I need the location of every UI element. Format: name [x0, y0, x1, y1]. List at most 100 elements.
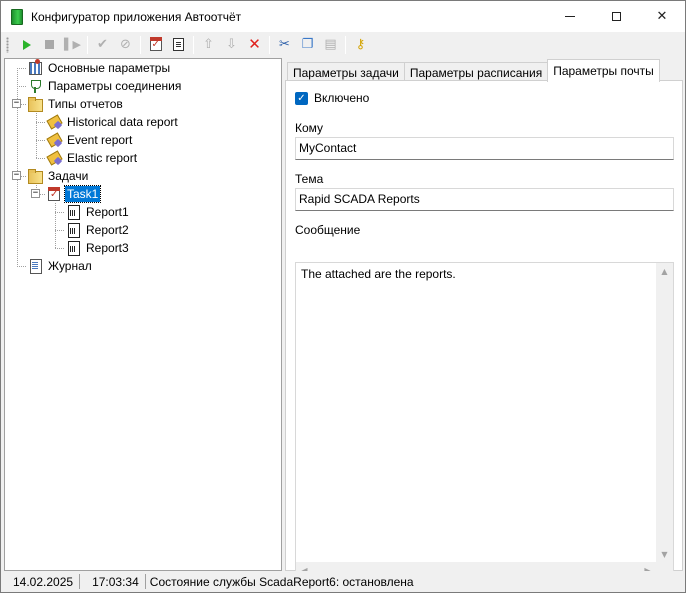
tree-node-label: Report2	[86, 223, 129, 237]
tree-node-label: Журнал	[48, 259, 92, 273]
window-controls: ✕	[547, 1, 685, 32]
tree-node-label: Historical data report	[67, 115, 178, 129]
close-button[interactable]: ✕	[639, 1, 685, 32]
keys-button[interactable]: ⚷	[349, 34, 372, 56]
tree-node-report2[interactable]: Report2	[65, 221, 131, 239]
tree-node-report-types[interactable]: Типы отчетов	[27, 95, 125, 113]
status-bar: 14.02.2025 17:03:34 Состояние службы Sca…	[1, 571, 685, 592]
stop-service-button[interactable]	[38, 34, 61, 56]
toolbar: ▌▶ ✔ ⊘ ⇧ ⇩ ✕ ✂ ❐ ▤ ⚷	[1, 32, 685, 57]
tree-node-label: Task1	[63, 185, 102, 203]
tree-node-historical-report[interactable]: Historical data report	[46, 113, 180, 131]
message-label: Сообщение	[295, 223, 361, 237]
tree-node-label: Event report	[67, 133, 133, 147]
report-icon	[173, 38, 184, 51]
toolbar-separator	[140, 35, 141, 54]
title-bar: Конфигуратор приложения Автоотчёт ✕	[1, 1, 685, 32]
tree-node-label: Report1	[86, 205, 129, 219]
tree-node-label: Elastic report	[67, 151, 138, 165]
move-down-button[interactable]: ⇩	[220, 34, 243, 56]
delete-icon: ✕	[248, 35, 261, 53]
enabled-checkbox-row[interactable]: ✓ Включено	[295, 91, 369, 105]
restart-icon: ▌▶	[64, 38, 81, 51]
tree-node-report3[interactable]: Report3	[65, 239, 131, 257]
tree-node-log[interactable]: Журнал	[27, 257, 94, 275]
restart-service-button[interactable]: ▌▶	[61, 34, 84, 56]
toolbar-separator	[193, 35, 194, 54]
apply-button[interactable]: ✔	[91, 34, 114, 56]
arrow-down-icon: ⇩	[226, 37, 237, 52]
cut-button[interactable]: ✂	[273, 34, 296, 56]
tab-content-mail: ✓ Включено Кому MyContact Тема Rapid SCA…	[285, 80, 683, 580]
tab-mail-params[interactable]: Параметры почты	[547, 59, 660, 82]
report-type-icon	[46, 150, 62, 166]
copy-button[interactable]: ❐	[296, 34, 319, 56]
settings-icon	[27, 59, 43, 76]
log-icon	[27, 258, 43, 274]
tree-node-report1[interactable]: Report1	[65, 203, 131, 221]
report-icon	[65, 240, 81, 256]
tab-task-params[interactable]: Параметры задачи	[287, 62, 405, 82]
play-icon	[22, 39, 31, 50]
add-task-button[interactable]	[144, 34, 167, 56]
tree-node-label: Основные параметры	[48, 61, 171, 75]
tree-expander-task1[interactable]: −	[31, 189, 40, 198]
to-field[interactable]: MyContact	[295, 137, 674, 160]
folder-icon	[27, 96, 43, 112]
status-service-state: Состояние службы ScadaReport6: остановле…	[149, 574, 414, 589]
explorer-tree[interactable]: − − − Основные параметры Параметры соеди…	[4, 58, 282, 571]
to-label: Кому	[295, 121, 324, 135]
scroll-down-arrow-icon[interactable]: ▼	[656, 546, 673, 563]
tree-node-connection[interactable]: Параметры соединения	[27, 77, 183, 95]
task-icon	[149, 37, 162, 51]
tab-schedule-params[interactable]: Параметры расписания	[403, 62, 549, 82]
maximize-icon	[611, 12, 621, 21]
paste-button[interactable]: ▤	[319, 34, 342, 56]
add-report-button[interactable]	[167, 34, 190, 56]
subject-field[interactable]: Rapid SCADA Reports	[295, 188, 674, 211]
tree-expander-tasks[interactable]: −	[12, 171, 21, 180]
status-time: 17:03:34	[80, 574, 146, 589]
report-icon	[65, 204, 81, 220]
tree-node-task1[interactable]: Task1	[46, 185, 102, 203]
enabled-checkbox[interactable]: ✓	[295, 91, 308, 105]
close-icon: ✕	[656, 9, 668, 24]
toolbar-separator	[87, 35, 88, 54]
report-type-icon	[46, 132, 62, 148]
tree-expander-report-types[interactable]: −	[12, 99, 21, 108]
minimize-button[interactable]	[547, 1, 593, 32]
minimize-icon	[565, 16, 575, 17]
folder-icon	[27, 168, 43, 184]
start-service-button[interactable]	[15, 34, 38, 56]
arrow-up-icon: ⇧	[203, 37, 214, 52]
tree-node-general[interactable]: Основные параметры	[27, 59, 172, 77]
scissors-icon: ✂	[279, 37, 290, 52]
message-field[interactable]: The attached are the reports. ▲ ▼ ◀ ▶	[295, 262, 674, 580]
copy-icon: ❐	[301, 37, 314, 52]
tree-line	[36, 140, 46, 141]
tab-strip: Параметры задачи Параметры расписания Па…	[287, 59, 660, 82]
tree-line	[36, 158, 46, 159]
scroll-up-arrow-icon[interactable]: ▲	[656, 263, 673, 280]
app-window: Конфигуратор приложения Автоотчёт ✕ ▌▶ ✔…	[0, 0, 686, 593]
maximize-button[interactable]	[593, 1, 639, 32]
stop-icon	[45, 40, 54, 49]
report-icon	[65, 222, 81, 238]
delete-button[interactable]: ✕	[243, 34, 266, 56]
tree-node-elastic-report[interactable]: Elastic report	[46, 149, 139, 167]
checkmark-icon: ✔	[97, 37, 108, 52]
task-icon	[46, 186, 62, 202]
toolbar-grip[interactable]	[6, 36, 9, 53]
app-icon	[11, 8, 23, 25]
tree-line	[55, 248, 65, 249]
tree-node-event-report[interactable]: Event report	[46, 131, 134, 149]
message-text: The attached are the reports.	[301, 267, 456, 281]
cancel-icon: ⊘	[120, 37, 131, 52]
tree-line	[55, 230, 65, 231]
cancel-button[interactable]: ⊘	[114, 34, 137, 56]
vertical-scrollbar[interactable]: ▲ ▼	[656, 263, 673, 563]
tree-node-tasks[interactable]: Задачи	[27, 167, 90, 185]
plug-icon	[27, 78, 43, 94]
move-up-button[interactable]: ⇧	[197, 34, 220, 56]
subject-label: Тема	[295, 172, 324, 186]
